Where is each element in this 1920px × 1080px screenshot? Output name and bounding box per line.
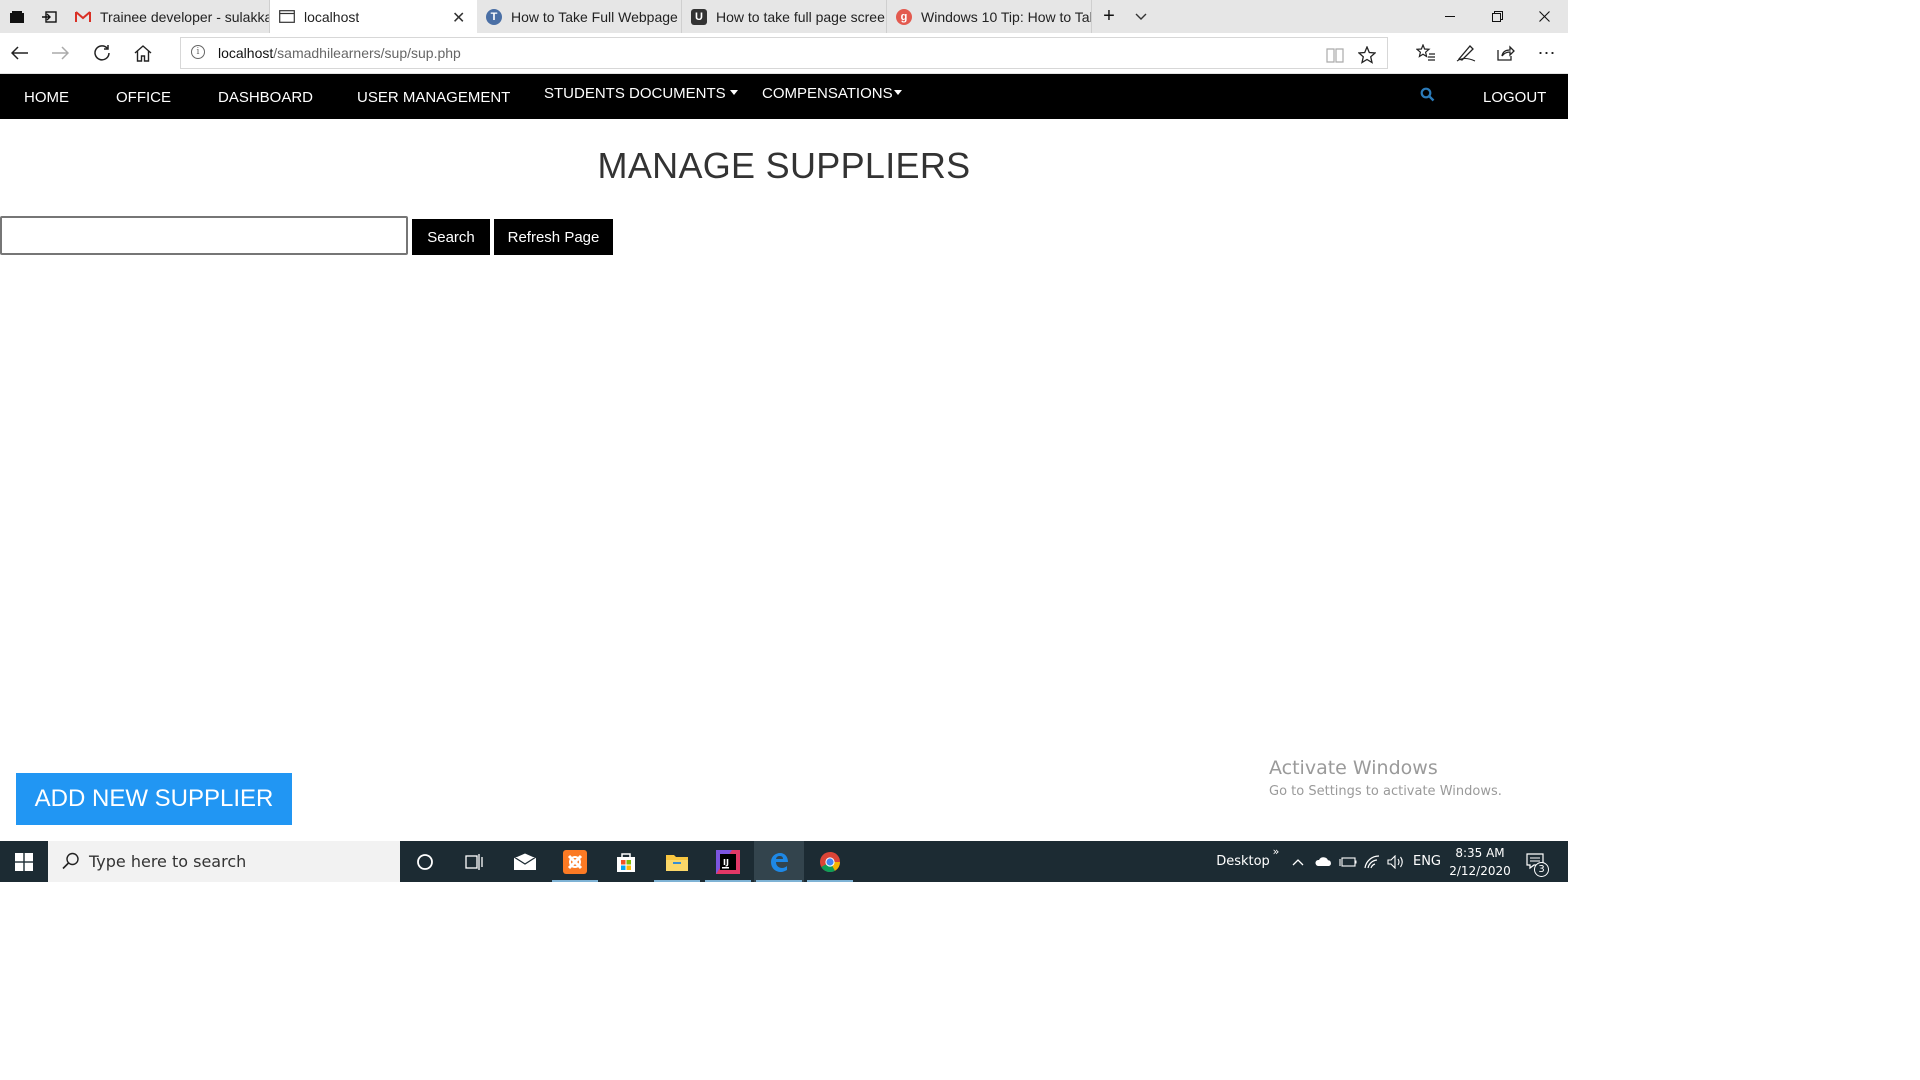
supplier-search-input[interactable] — [0, 216, 408, 255]
tab-windows-tip[interactable]: g Windows 10 Tip: How to Tal — [887, 0, 1092, 33]
close-window-icon[interactable] — [1521, 0, 1567, 33]
nav-user-management[interactable]: USER MANAGEMENT — [357, 89, 510, 106]
favorites-list-icon[interactable] — [1406, 33, 1446, 73]
nav-office[interactable]: OFFICE — [116, 89, 171, 106]
intellij-icon[interactable]: IJ — [703, 841, 753, 882]
refresh-page-button[interactable]: Refresh Page — [494, 219, 613, 255]
taskbar-search-box[interactable]: Type here to search — [48, 841, 400, 882]
tab-full-page-screenshot[interactable]: U How to take full page screeı — [682, 0, 887, 33]
running-indicator — [756, 880, 802, 882]
nav-compensations-dropdown[interactable]: COMPENSATIONS — [762, 85, 902, 102]
clock[interactable]: 8:35 AM 2/12/2020 — [1443, 844, 1517, 880]
xampp-icon[interactable] — [550, 841, 600, 882]
language-indicator[interactable]: ENG — [1410, 841, 1444, 882]
running-indicator — [552, 880, 598, 882]
address-bar[interactable]: i localhost/samadhilearners/sup/sup.php — [180, 37, 1388, 69]
more-options-icon[interactable]: ⋯ — [1527, 33, 1567, 73]
nav-compensations-label: COMPENSATIONS — [762, 85, 893, 102]
windows-taskbar: Type here to search IJ Desktop » ENG 8:3… — [0, 841, 1568, 882]
cortana-icon[interactable] — [400, 841, 450, 882]
onedrive-icon[interactable] — [1311, 841, 1335, 882]
battery-icon[interactable] — [1336, 841, 1360, 882]
running-indicator — [654, 880, 700, 882]
tab-localhost[interactable]: localhost ✕ — [270, 0, 477, 33]
tab-actions-icon[interactable] — [4, 0, 30, 33]
clock-time: 8:35 AM — [1455, 846, 1505, 860]
restore-icon[interactable] — [1474, 0, 1520, 33]
running-indicator — [807, 880, 853, 882]
running-indicator — [705, 880, 751, 882]
url-text[interactable]: localhost/samadhilearners/sup/sup.php — [218, 45, 461, 61]
windows-start-icon[interactable] — [0, 841, 48, 882]
browser-tab-strip: Trainee developer - sulakkaı localhost ✕… — [0, 0, 1568, 33]
site-icon: U — [691, 8, 707, 25]
volume-icon[interactable] — [1384, 841, 1408, 882]
page-icon — [279, 9, 295, 25]
tab-title: Windows 10 Tip: How to Tal — [921, 8, 1091, 25]
tab-full-webpage[interactable]: T How to Take Full Webpage : — [477, 0, 682, 33]
nav-logout[interactable]: LOGOUT — [1483, 89, 1546, 106]
home-icon[interactable] — [123, 33, 163, 73]
refresh-icon[interactable] — [82, 33, 122, 73]
tab-title: Trainee developer - sulakkaı — [100, 8, 269, 25]
site-info-icon[interactable]: i — [191, 45, 205, 59]
task-view-icon[interactable] — [450, 841, 500, 882]
chrome-icon[interactable] — [805, 841, 855, 882]
file-explorer-icon[interactable] — [652, 841, 702, 882]
tab-gmail[interactable]: Trainee developer - sulakkaı — [66, 0, 270, 33]
close-tab-icon[interactable]: ✕ — [452, 8, 465, 28]
notification-center-icon[interactable]: 3 — [1522, 841, 1550, 882]
search-button[interactable]: Search — [412, 219, 490, 255]
share-icon[interactable] — [1486, 33, 1526, 73]
minimize-icon[interactable] — [1427, 0, 1473, 33]
activate-windows-watermark: Activate Windows Go to Settings to activ… — [1269, 757, 1502, 799]
browser-toolbar: i localhost/samadhilearners/sup/sup.php … — [0, 33, 1568, 74]
desktop-toolbar-label[interactable]: Desktop — [1214, 841, 1272, 882]
search-icon[interactable] — [1420, 87, 1435, 107]
notification-count-badge: 3 — [1534, 862, 1549, 877]
nav-students-documents-dropdown[interactable]: STUDENTS DOCUMENTS — [544, 85, 738, 102]
tab-title: How to take full page screeı — [716, 8, 886, 25]
mail-icon[interactable] — [500, 841, 550, 882]
tab-title: How to Take Full Webpage : — [511, 8, 681, 25]
watermark-title: Activate Windows — [1269, 757, 1438, 779]
svg-text:IJ: IJ — [723, 858, 729, 867]
watermark-subtitle: Go to Settings to activate Windows. — [1269, 784, 1502, 799]
add-new-supplier-button[interactable]: ADD NEW SUPPLIER — [16, 773, 292, 825]
nav-dashboard[interactable]: DASHBOARD — [218, 89, 313, 106]
caret-down-icon — [729, 89, 738, 95]
site-navbar: HOME OFFICE DASHBOARD USER MANAGEMENT ST… — [0, 74, 1568, 119]
back-icon[interactable] — [0, 33, 40, 73]
caret-down-icon — [893, 89, 902, 95]
show-hidden-icons[interactable] — [1288, 841, 1308, 882]
set-tabs-aside-icon[interactable] — [36, 0, 62, 33]
reading-view-icon[interactable] — [1325, 45, 1345, 65]
site-icon: g — [896, 8, 912, 25]
taskbar-search-placeholder: Type here to search — [89, 852, 247, 871]
nav-home[interactable]: HOME — [24, 89, 69, 106]
favorite-star-icon[interactable] — [1357, 45, 1377, 65]
magnifier-icon — [62, 852, 79, 870]
edge-icon[interactable] — [754, 841, 804, 882]
pen-icon[interactable] — [1446, 33, 1486, 73]
double-chevron-icon[interactable]: » — [1268, 831, 1284, 872]
forward-icon[interactable] — [40, 33, 80, 73]
tab-title: localhost — [304, 8, 360, 25]
clock-date: 2/12/2020 — [1449, 864, 1511, 878]
site-icon: T — [486, 8, 502, 25]
chevron-down-icon[interactable] — [1128, 0, 1154, 33]
gmail-icon — [75, 9, 91, 25]
wifi-icon[interactable] — [1360, 841, 1384, 882]
new-tab-icon[interactable]: + — [1096, 0, 1122, 33]
page-title: MANAGE SUPPLIERS — [597, 145, 971, 186]
store-icon[interactable] — [601, 841, 651, 882]
nav-students-documents-label: STUDENTS DOCUMENTS — [544, 85, 726, 102]
